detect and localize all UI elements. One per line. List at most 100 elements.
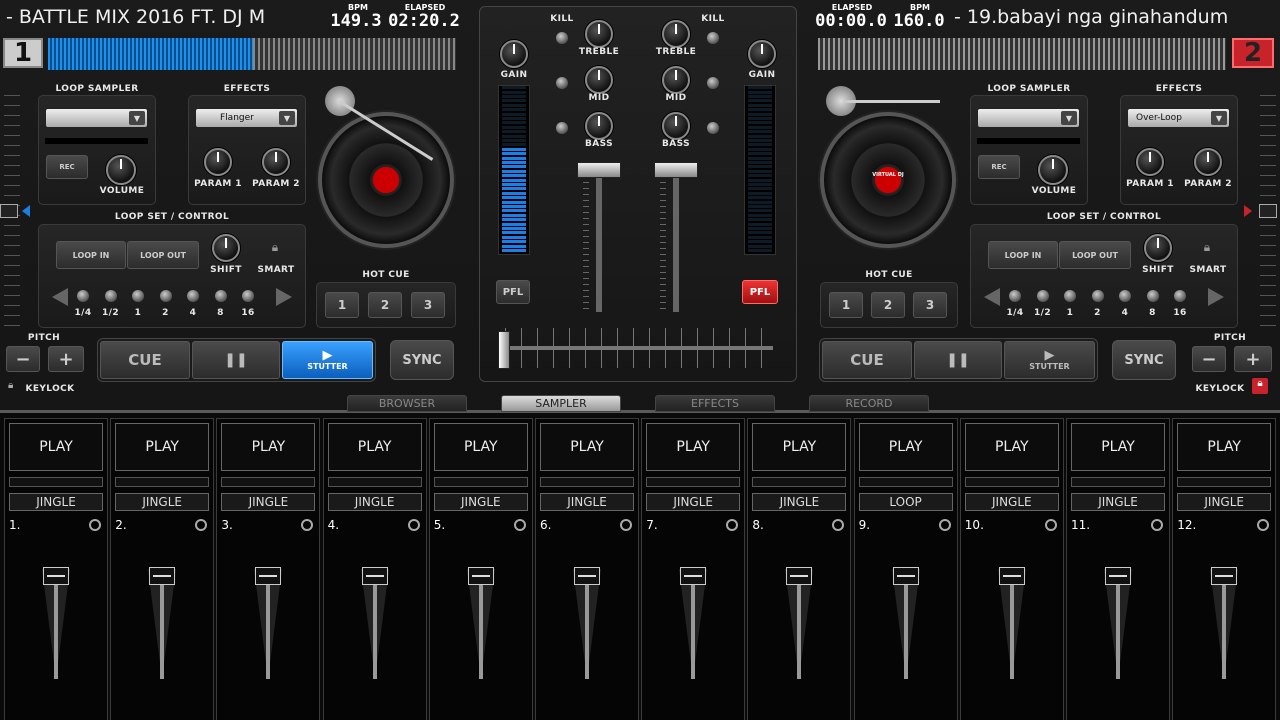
sampler-mode-button[interactable]: JINGLE <box>115 493 210 511</box>
deck2-pitch-slider[interactable] <box>1259 204 1277 218</box>
deck1-pitch-slider[interactable] <box>0 204 18 218</box>
sampler-volume-slider[interactable] <box>1211 567 1238 585</box>
deck1-waveform[interactable] <box>48 38 456 70</box>
sampler-mode-button[interactable]: JINGLE <box>9 493 103 511</box>
sampler-volume-slider[interactable] <box>892 567 919 585</box>
deck2-rec-button[interactable]: REC <box>978 155 1020 179</box>
mixer-volume-fader-left[interactable] <box>577 162 621 178</box>
mixer-gain-left-knob[interactable] <box>500 40 528 68</box>
deck1-param2-knob[interactable] <box>262 148 290 176</box>
sampler-volume-slider[interactable] <box>574 567 600 585</box>
sampler-cue-icon[interactable] <box>89 519 101 531</box>
sampler-cue-icon[interactable] <box>620 519 632 531</box>
mixer-kill-mid-right[interactable] <box>707 77 719 89</box>
sampler-volume-slider[interactable] <box>467 567 494 585</box>
sampler-play-button[interactable]: PLAY <box>327 423 422 471</box>
deck2-hot-cue-2[interactable]: 2 <box>871 292 905 318</box>
deck2-platter[interactable] <box>820 112 956 248</box>
sampler-play-button[interactable]: PLAY <box>433 423 528 471</box>
sampler-cue-icon[interactable] <box>301 519 314 531</box>
deck2-waveform[interactable] <box>818 38 1226 70</box>
sampler-cue-icon[interactable] <box>407 519 420 531</box>
deck2-sync-button[interactable]: SYNC <box>1112 340 1176 380</box>
deck1-play-stutter-button[interactable]: ▶ STUTTER <box>282 341 373 379</box>
sampler-play-button[interactable]: PLAY <box>752 423 847 471</box>
sampler-cue-icon[interactable] <box>1044 519 1057 531</box>
deck1-loop-size-button[interactable] <box>104 290 117 302</box>
mixer-gain-right-knob[interactable] <box>748 40 776 68</box>
sampler-mode-button[interactable]: JINGLE <box>540 493 634 511</box>
mixer-kill-mid-left[interactable] <box>556 77 568 89</box>
deck1-sampler-select[interactable]: ▼ <box>45 108 148 128</box>
deck1-rec-button[interactable]: REC <box>46 155 88 179</box>
sampler-volume-slider[interactable] <box>361 567 388 585</box>
deck2-param1-knob[interactable] <box>1136 148 1164 176</box>
deck2-param2-knob[interactable] <box>1194 148 1222 176</box>
deck2-loop-size-button[interactable] <box>1091 290 1104 302</box>
mixer-treble-left-knob[interactable] <box>585 20 613 48</box>
sampler-mode-button[interactable]: JINGLE <box>964 493 1059 511</box>
lock-icon[interactable]: 🔒︎ <box>269 240 281 254</box>
deck2-play-stutter-button[interactable]: ▶ STUTTER <box>1004 341 1095 379</box>
deck1-loop-size-button[interactable] <box>77 290 89 302</box>
tab-sampler[interactable]: SAMPLER <box>501 395 621 412</box>
deck1-loop-in-button[interactable]: LOOP IN <box>56 241 126 269</box>
sampler-cue-icon[interactable] <box>726 519 739 531</box>
deck2-pitch-minus-button[interactable]: − <box>1192 346 1226 372</box>
sampler-mode-button[interactable]: JINGLE <box>646 493 741 511</box>
sampler-play-button[interactable]: PLAY <box>115 423 210 471</box>
deck1-pitch-minus-button[interactable]: − <box>6 346 40 372</box>
mixer-bass-right-knob[interactable] <box>662 112 690 140</box>
deck2-loop-grow-icon[interactable] <box>1208 288 1224 306</box>
mixer-pfl-left-button[interactable]: PFL <box>496 280 530 304</box>
sampler-play-button[interactable]: PLAY <box>1177 423 1272 471</box>
sampler-cue-icon[interactable] <box>513 519 526 531</box>
deck1-loop-size-button[interactable] <box>242 290 254 302</box>
mixer-crossfader[interactable] <box>498 331 510 369</box>
sampler-mode-button[interactable]: JINGLE <box>221 493 316 511</box>
sampler-play-button[interactable]: PLAY <box>1071 423 1165 471</box>
sampler-volume-slider[interactable] <box>43 567 69 585</box>
sampler-cue-icon[interactable] <box>195 519 208 531</box>
sampler-play-button[interactable]: PLAY <box>964 423 1059 471</box>
sampler-cue-icon[interactable] <box>1257 519 1270 531</box>
deck1-loop-shrink-icon[interactable] <box>52 288 68 306</box>
deck1-keylock-icon[interactable]: 🔒︎ <box>8 380 13 391</box>
mixer-treble-right-knob[interactable] <box>662 20 690 48</box>
deck2-loop-in-button[interactable]: LOOP IN <box>988 241 1058 269</box>
deck1-sync-button[interactable]: SYNC <box>390 340 454 380</box>
deck1-volume-knob[interactable] <box>106 155 136 185</box>
deck2-loop-size-button[interactable] <box>1036 290 1049 302</box>
sampler-play-button[interactable]: PLAY <box>540 423 634 471</box>
deck1-cue-button[interactable]: CUE <box>100 341 190 379</box>
deck1-loop-size-button[interactable] <box>187 290 199 302</box>
sampler-mode-button[interactable]: JINGLE <box>1071 493 1165 511</box>
deck1-pitch-plus-button[interactable]: + <box>48 346 84 372</box>
mixer-mid-right-knob[interactable] <box>662 66 690 94</box>
deck2-loop-size-button[interactable] <box>1174 290 1186 302</box>
sampler-volume-slider[interactable] <box>149 567 176 585</box>
deck2-loop-size-button[interactable] <box>1009 290 1021 302</box>
deck2-volume-knob[interactable] <box>1038 155 1068 185</box>
mixer-kill-treble-right[interactable] <box>707 32 719 44</box>
sampler-mode-button[interactable]: JINGLE <box>433 493 528 511</box>
deck1-loop-size-button[interactable] <box>132 290 144 302</box>
mixer-volume-fader-right[interactable] <box>654 162 698 178</box>
deck2-loop-size-button[interactable] <box>1146 290 1159 302</box>
lock-icon[interactable]: 🔒︎ <box>1201 240 1213 254</box>
deck1-effect-select[interactable]: Flanger ▼ <box>195 108 298 128</box>
deck1-loop-out-button[interactable]: LOOP OUT <box>127 241 199 269</box>
sampler-volume-slider[interactable] <box>1105 567 1131 585</box>
deck2-sampler-select[interactable]: ▼ <box>977 108 1080 128</box>
sampler-mode-button[interactable]: JINGLE <box>327 493 422 511</box>
deck1-param1-knob[interactable] <box>204 148 232 176</box>
sampler-volume-slider[interactable] <box>998 567 1025 585</box>
sampler-volume-slider[interactable] <box>255 567 282 585</box>
deck2-loop-out-button[interactable]: LOOP OUT <box>1059 241 1131 269</box>
sampler-cue-icon[interactable] <box>938 519 951 531</box>
sampler-volume-slider[interactable] <box>786 567 813 585</box>
deck2-loop-shrink-icon[interactable] <box>984 288 1000 306</box>
deck2-loop-size-button[interactable] <box>1064 290 1076 302</box>
deck1-hot-cue-2[interactable]: 2 <box>368 292 402 318</box>
sampler-mode-button[interactable]: JINGLE <box>1177 493 1272 511</box>
